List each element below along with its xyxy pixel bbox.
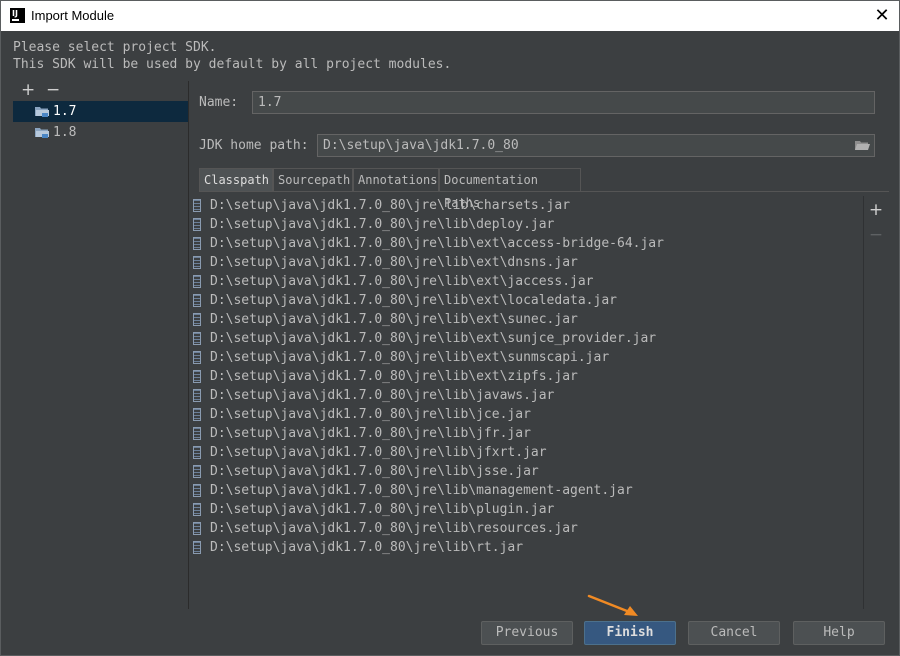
- classpath-row[interactable]: D:\setup\java\jdk1.7.0_80\jre\lib\ext\dn…: [190, 253, 862, 272]
- panel-divider[interactable]: [188, 81, 189, 609]
- finish-button[interactable]: Finish: [584, 621, 676, 645]
- intellij-app-icon: IJ: [10, 8, 25, 23]
- classpath-entry: D:\setup\java\jdk1.7.0_80\jre\lib\ext\su…: [210, 331, 657, 346]
- jar-icon: [193, 218, 201, 231]
- jdk-home-path-value: D:\setup\java\jdk1.7.0_80: [323, 138, 519, 153]
- classpath-entry: D:\setup\java\jdk1.7.0_80\jre\lib\jsse.j…: [210, 464, 539, 479]
- description-line-2: This SDK will be used by default by all …: [13, 57, 452, 72]
- jar-icon: [193, 256, 201, 269]
- jar-icon: [193, 503, 201, 516]
- jar-icon: [193, 275, 201, 288]
- classpath-entry: D:\setup\java\jdk1.7.0_80\jre\lib\jfr.ja…: [210, 426, 531, 441]
- cancel-button[interactable]: Cancel: [688, 621, 780, 645]
- window-title: Import Module: [31, 8, 115, 23]
- remove-sdk-button[interactable]: −: [46, 81, 60, 99]
- classpath-row[interactable]: D:\setup\java\jdk1.7.0_80\jre\lib\ext\zi…: [190, 367, 862, 386]
- annotation-arrow-icon: [587, 594, 638, 616]
- description-line-1: Please select project SDK.: [13, 40, 217, 55]
- classpath-row[interactable]: D:\setup\java\jdk1.7.0_80\jre\lib\jce.ja…: [190, 405, 862, 424]
- name-field[interactable]: 1.7: [252, 91, 875, 114]
- name-label: Name:: [199, 95, 239, 110]
- classpath-entry: D:\setup\java\jdk1.7.0_80\jre\lib\rt.jar: [210, 540, 524, 555]
- classpath-entry: D:\setup\java\jdk1.7.0_80\jre\lib\ext\ac…: [210, 236, 664, 251]
- close-icon: ✕: [874, 5, 890, 26]
- jdk-folder-icon: [35, 107, 49, 117]
- classpath-row[interactable]: D:\setup\java\jdk1.7.0_80\jre\lib\ext\su…: [190, 310, 862, 329]
- sdk-list-item-label: 1.8: [53, 125, 77, 140]
- jar-icon: [193, 522, 201, 535]
- classpath-entry: D:\setup\java\jdk1.7.0_80\jre\lib\charse…: [210, 198, 571, 213]
- classpath-row[interactable]: D:\setup\java\jdk1.7.0_80\jre\lib\deploy…: [190, 215, 862, 234]
- jdk-home-path-field[interactable]: D:\setup\java\jdk1.7.0_80: [317, 134, 875, 157]
- add-path-button[interactable]: +: [867, 200, 885, 220]
- classpath-row[interactable]: D:\setup\java\jdk1.7.0_80\jre\lib\charse…: [190, 196, 862, 215]
- jar-icon: [193, 370, 201, 383]
- title-bar: IJ Import Module ✕: [1, 1, 899, 31]
- remove-path-button[interactable]: −: [867, 225, 885, 245]
- import-module-dialog: IJ Import Module ✕ Please select project…: [0, 0, 900, 656]
- description: Please select project SDK. This SDK will…: [13, 39, 451, 73]
- sdk-list-item[interactable]: 1.7: [13, 101, 188, 122]
- jar-icon: [193, 541, 201, 554]
- classpath-entry: D:\setup\java\jdk1.7.0_80\jre\lib\ext\dn…: [210, 255, 578, 270]
- add-sdk-button[interactable]: +: [21, 81, 35, 99]
- folder-browse-icon[interactable]: [855, 140, 870, 151]
- classpath-row[interactable]: D:\setup\java\jdk1.7.0_80\jre\lib\javaws…: [190, 386, 862, 405]
- classpath-row[interactable]: D:\setup\java\jdk1.7.0_80\jre\lib\rt.jar: [190, 538, 862, 557]
- jar-icon: [193, 294, 201, 307]
- classpath-row[interactable]: D:\setup\java\jdk1.7.0_80\jre\lib\ext\ac…: [190, 234, 862, 253]
- jar-icon: [193, 332, 201, 345]
- jar-icon: [193, 446, 201, 459]
- classpath-list: D:\setup\java\jdk1.7.0_80\jre\lib\charse…: [190, 196, 862, 609]
- classpath-entry: D:\setup\java\jdk1.7.0_80\jre\lib\ext\zi…: [210, 369, 578, 384]
- sdk-list-item[interactable]: 1.8: [13, 122, 188, 143]
- jdk-folder-icon: [35, 128, 49, 138]
- classpath-entry: D:\setup\java\jdk1.7.0_80\jre\lib\resour…: [210, 521, 578, 536]
- classpath-entry: D:\setup\java\jdk1.7.0_80\jre\lib\jfxrt.…: [210, 445, 547, 460]
- side-toolbar-separator: [863, 196, 864, 609]
- classpath-entry: D:\setup\java\jdk1.7.0_80\jre\lib\ext\ja…: [210, 274, 594, 289]
- jar-icon: [193, 313, 201, 326]
- classpath-entry: D:\setup\java\jdk1.7.0_80\jre\lib\ext\su…: [210, 312, 578, 327]
- classpath-row[interactable]: D:\setup\java\jdk1.7.0_80\jre\lib\jsse.j…: [190, 462, 862, 481]
- jar-icon: [193, 465, 201, 478]
- tab-underline: [199, 191, 889, 192]
- classpath-entry: D:\setup\java\jdk1.7.0_80\jre\lib\plugin…: [210, 502, 555, 517]
- previous-button[interactable]: Previous: [481, 621, 573, 645]
- classpath-row[interactable]: D:\setup\java\jdk1.7.0_80\jre\lib\jfr.ja…: [190, 424, 862, 443]
- jar-icon: [193, 199, 201, 212]
- classpath-row[interactable]: D:\setup\java\jdk1.7.0_80\jre\lib\ext\lo…: [190, 291, 862, 310]
- classpath-row[interactable]: D:\setup\java\jdk1.7.0_80\jre\lib\plugin…: [190, 500, 862, 519]
- sdk-list: 1.7 1.8: [13, 101, 188, 609]
- classpath-row[interactable]: D:\setup\java\jdk1.7.0_80\jre\lib\resour…: [190, 519, 862, 538]
- jar-icon: [193, 351, 201, 364]
- classpath-row[interactable]: D:\setup\java\jdk1.7.0_80\jre\lib\ext\su…: [190, 348, 862, 367]
- tab-documentation-paths[interactable]: Documentation Paths: [439, 168, 581, 210]
- classpath-row[interactable]: D:\setup\java\jdk1.7.0_80\jre\lib\jfxrt.…: [190, 443, 862, 462]
- jar-icon: [193, 484, 201, 497]
- classpath-entry: D:\setup\java\jdk1.7.0_80\jre\lib\ext\lo…: [210, 293, 617, 308]
- sdk-list-item-label: 1.7: [53, 104, 77, 119]
- tab-sourcepath[interactable]: Sourcepath: [273, 168, 353, 191]
- classpath-entry: D:\setup\java\jdk1.7.0_80\jre\lib\jce.ja…: [210, 407, 531, 422]
- classpath-entry: D:\setup\java\jdk1.7.0_80\jre\lib\manage…: [210, 483, 633, 498]
- jar-icon: [193, 389, 201, 402]
- jar-icon: [193, 408, 201, 421]
- classpath-entry: D:\setup\java\jdk1.7.0_80\jre\lib\deploy…: [210, 217, 555, 232]
- help-button[interactable]: Help: [793, 621, 885, 645]
- jar-icon: [193, 237, 201, 250]
- classpath-row[interactable]: D:\setup\java\jdk1.7.0_80\jre\lib\ext\su…: [190, 329, 862, 348]
- classpath-entry: D:\setup\java\jdk1.7.0_80\jre\lib\ext\su…: [210, 350, 610, 365]
- classpath-row[interactable]: D:\setup\java\jdk1.7.0_80\jre\lib\manage…: [190, 481, 862, 500]
- tab-classpath[interactable]: Classpath: [199, 168, 273, 191]
- close-button[interactable]: ✕: [871, 5, 893, 27]
- tab-annotations[interactable]: Annotations: [353, 168, 439, 191]
- classpath-entry: D:\setup\java\jdk1.7.0_80\jre\lib\javaws…: [210, 388, 555, 403]
- jdk-home-path-label: JDK home path:: [199, 138, 309, 153]
- classpath-row[interactable]: D:\setup\java\jdk1.7.0_80\jre\lib\ext\ja…: [190, 272, 862, 291]
- jar-icon: [193, 427, 201, 440]
